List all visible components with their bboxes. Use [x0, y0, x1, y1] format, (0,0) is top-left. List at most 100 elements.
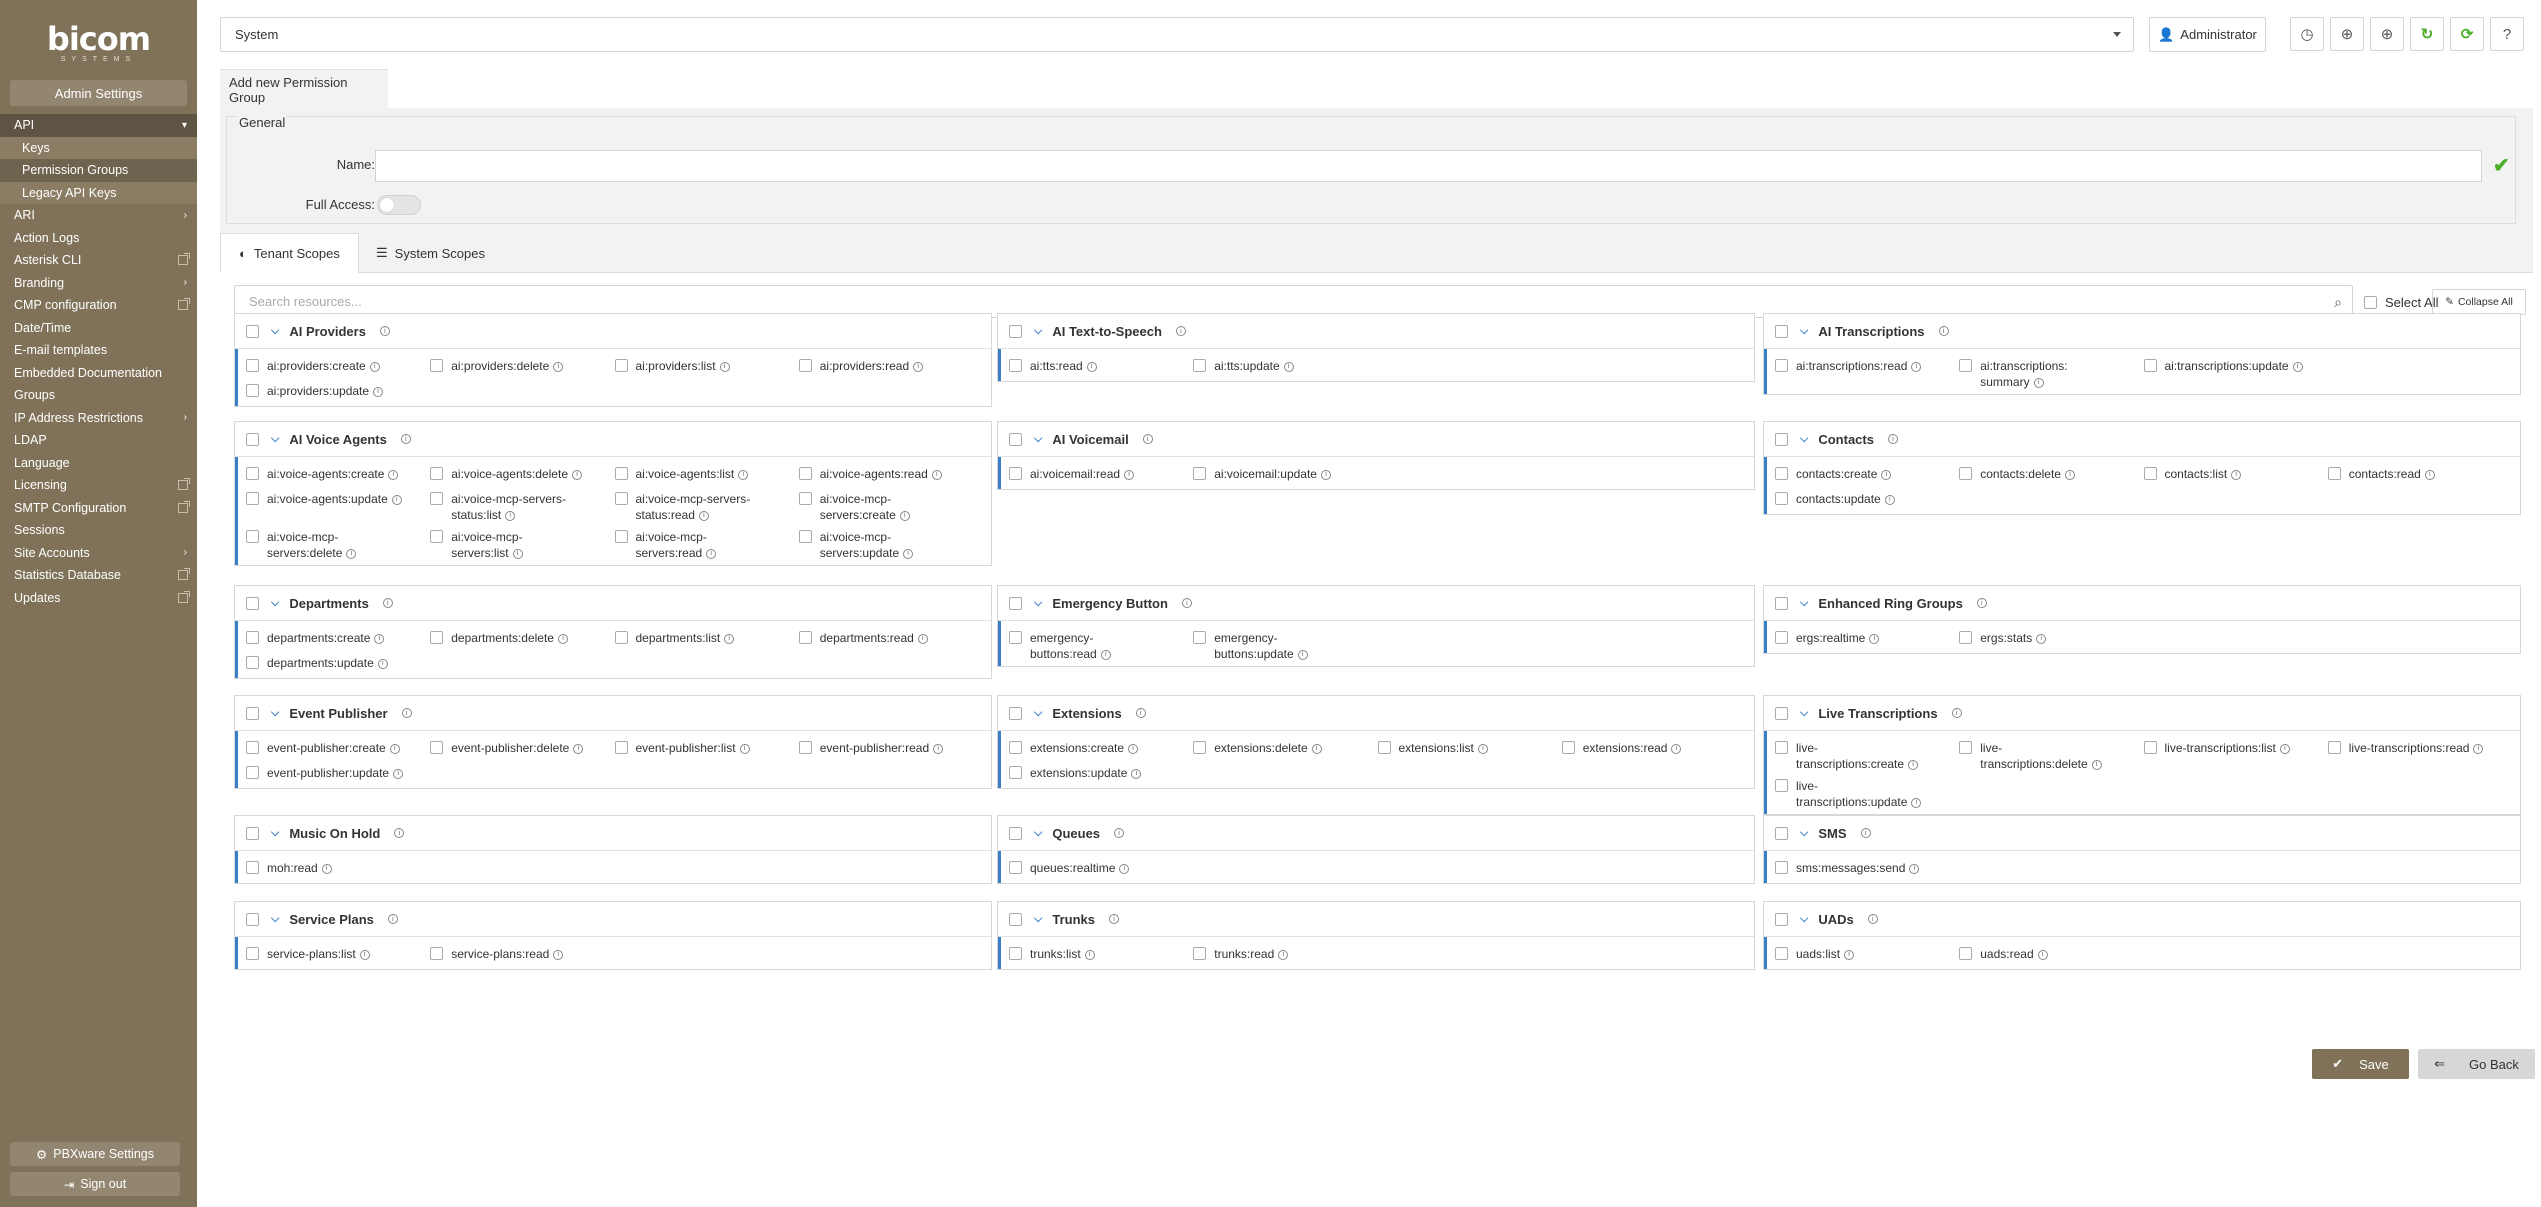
- info-icon[interactable]: i: [391, 494, 402, 505]
- select-all-checkbox[interactable]: [2364, 296, 2377, 309]
- permission-item[interactable]: departments:delete i: [430, 630, 614, 649]
- permission-checkbox[interactable]: [1775, 631, 1788, 644]
- info-icon[interactable]: i: [573, 743, 584, 754]
- permission-checkbox[interactable]: [246, 947, 259, 960]
- page-tab-add-permission-group[interactable]: Add new Permission Group: [220, 69, 388, 109]
- sidebar-item-permission-groups[interactable]: Permission Groups: [0, 159, 197, 182]
- permission-checkbox[interactable]: [246, 861, 259, 874]
- scope-group-header[interactable]: ⌵ AI Providers i: [235, 314, 991, 349]
- permission-item[interactable]: service-plans:read i: [430, 946, 614, 965]
- permission-checkbox[interactable]: [1775, 779, 1788, 792]
- info-icon[interactable]: i: [346, 548, 357, 559]
- info-icon[interactable]: i: [1311, 743, 1322, 754]
- info-icon[interactable]: i: [2279, 743, 2290, 754]
- info-icon[interactable]: i: [2231, 469, 2242, 480]
- permission-item[interactable]: ai:providers:update i: [246, 383, 430, 402]
- info-icon[interactable]: i: [389, 743, 400, 754]
- info-icon[interactable]: i: [572, 469, 582, 480]
- permission-item[interactable]: uads:read i: [1959, 946, 2143, 965]
- info-icon[interactable]: i: [321, 863, 332, 874]
- info-icon[interactable]: i: [1860, 828, 1871, 838]
- scope-group-header[interactable]: ⌵ Live Transcriptions i: [1764, 696, 2520, 731]
- permission-checkbox[interactable]: [430, 947, 444, 960]
- info-icon[interactable]: i: [903, 548, 914, 559]
- permission-item[interactable]: ai:voice-mcp- servers:list i: [430, 529, 614, 561]
- group-checkbox[interactable]: [1775, 596, 1788, 610]
- info-icon[interactable]: i: [1951, 708, 1962, 718]
- info-icon[interactable]: i: [1320, 469, 1331, 480]
- chevron-down-icon[interactable]: ⌵: [1034, 913, 1042, 926]
- scope-group-header[interactable]: ⌵ Enhanced Ring Groups i: [1764, 586, 2520, 621]
- sidebar-item-language[interactable]: Language: [0, 452, 197, 475]
- permission-checkbox[interactable]: [1193, 947, 1207, 960]
- permission-checkbox[interactable]: [1009, 741, 1022, 754]
- info-icon[interactable]: i: [359, 949, 370, 960]
- permission-item[interactable]: live-transcriptions:list i: [2143, 740, 2328, 772]
- chevron-down-icon[interactable]: ⌵: [1034, 433, 1042, 446]
- info-icon[interactable]: i: [917, 633, 928, 644]
- info-icon[interactable]: i: [1909, 863, 1920, 874]
- permission-item[interactable]: event-publisher:delete i: [430, 740, 614, 759]
- scope-group-header[interactable]: ⌵ AI Voice Agents i: [235, 422, 991, 457]
- sidebar-item-ari[interactable]: ARI ›: [0, 204, 197, 227]
- permission-item[interactable]: ai:voice-mcp-servers- status:read i: [614, 491, 799, 523]
- info-icon[interactable]: i: [1911, 361, 1922, 372]
- globe-icon[interactable]: ⊕: [2330, 17, 2364, 51]
- permission-item[interactable]: event-publisher:list i: [614, 740, 799, 759]
- permission-item[interactable]: departments:list i: [614, 630, 799, 649]
- tab-system-scopes[interactable]: ☰ System Scopes: [358, 233, 503, 273]
- permission-item[interactable]: trunks:list i: [1009, 946, 1193, 965]
- permission-item[interactable]: service-plans:list i: [246, 946, 430, 965]
- info-icon[interactable]: i: [388, 469, 399, 480]
- permission-checkbox[interactable]: [2143, 467, 2157, 480]
- group-checkbox[interactable]: [1009, 826, 1022, 840]
- permission-item[interactable]: ai:voicemail:update i: [1193, 466, 1377, 485]
- info-icon[interactable]: i: [1114, 828, 1125, 838]
- info-icon[interactable]: i: [2424, 469, 2435, 480]
- info-icon[interactable]: i: [2037, 949, 2048, 960]
- permission-item[interactable]: extensions:create i: [1009, 740, 1193, 759]
- refresh-icon[interactable]: ↻: [2410, 17, 2444, 51]
- sidebar-item-asterisk-cli[interactable]: Asterisk CLI: [0, 249, 197, 272]
- info-icon[interactable]: i: [1100, 649, 1111, 660]
- group-checkbox[interactable]: [1009, 596, 1022, 610]
- info-icon[interactable]: i: [1908, 759, 1919, 770]
- info-icon[interactable]: i: [2033, 377, 2044, 388]
- permission-checkbox[interactable]: [1377, 741, 1391, 754]
- save-button[interactable]: ✔ Save: [2312, 1049, 2409, 1079]
- permission-checkbox[interactable]: [798, 741, 812, 754]
- sidebar-item-embedded-documentation[interactable]: Embedded Documentation: [0, 362, 197, 385]
- permission-checkbox[interactable]: [1009, 359, 1022, 372]
- group-checkbox[interactable]: [1009, 706, 1022, 720]
- sidebar-item-e-mail-templates[interactable]: E-mail templates: [0, 339, 197, 362]
- permission-checkbox[interactable]: [1775, 359, 1788, 372]
- sidebar-item-date-time[interactable]: Date/Time: [0, 317, 197, 340]
- chevron-down-icon[interactable]: ⌵: [1800, 827, 1808, 840]
- info-icon[interactable]: i: [739, 743, 750, 754]
- scope-group-header[interactable]: ⌵ UADs i: [1764, 902, 2520, 937]
- permission-checkbox[interactable]: [2143, 359, 2157, 372]
- permission-item[interactable]: event-publisher:update i: [246, 765, 430, 784]
- info-icon[interactable]: i: [2036, 633, 2047, 644]
- info-icon[interactable]: i: [1086, 361, 1097, 372]
- permission-item[interactable]: ai:transcriptions:read i: [1775, 358, 1959, 390]
- scope-group-header[interactable]: ⌵ Event Publisher i: [235, 696, 991, 731]
- permission-item[interactable]: extensions:delete i: [1193, 740, 1377, 759]
- permission-checkbox[interactable]: [246, 656, 259, 669]
- info-icon[interactable]: i: [387, 914, 398, 924]
- permission-item[interactable]: extensions:read i: [1561, 740, 1746, 759]
- permission-checkbox[interactable]: [246, 467, 259, 480]
- info-icon[interactable]: i: [401, 708, 412, 718]
- group-checkbox[interactable]: [1009, 912, 1022, 926]
- info-icon[interactable]: i: [394, 828, 405, 838]
- chevron-down-icon[interactable]: ⌵: [1800, 433, 1808, 446]
- permission-item[interactable]: ai:voice-mcp- servers:read i: [614, 529, 799, 561]
- pbxware-settings-button[interactable]: ⚙ PBXware Settings: [10, 1142, 180, 1166]
- permission-checkbox[interactable]: [1959, 467, 1973, 480]
- permission-item[interactable]: emergency- buttons:read i: [1009, 630, 1193, 662]
- info-icon[interactable]: i: [1477, 743, 1488, 754]
- info-icon[interactable]: i: [1884, 494, 1895, 505]
- chevron-down-icon[interactable]: ⌵: [271, 827, 279, 840]
- permission-item[interactable]: ergs:stats i: [1959, 630, 2143, 649]
- scope-group-header[interactable]: ⌵ Departments i: [235, 586, 991, 621]
